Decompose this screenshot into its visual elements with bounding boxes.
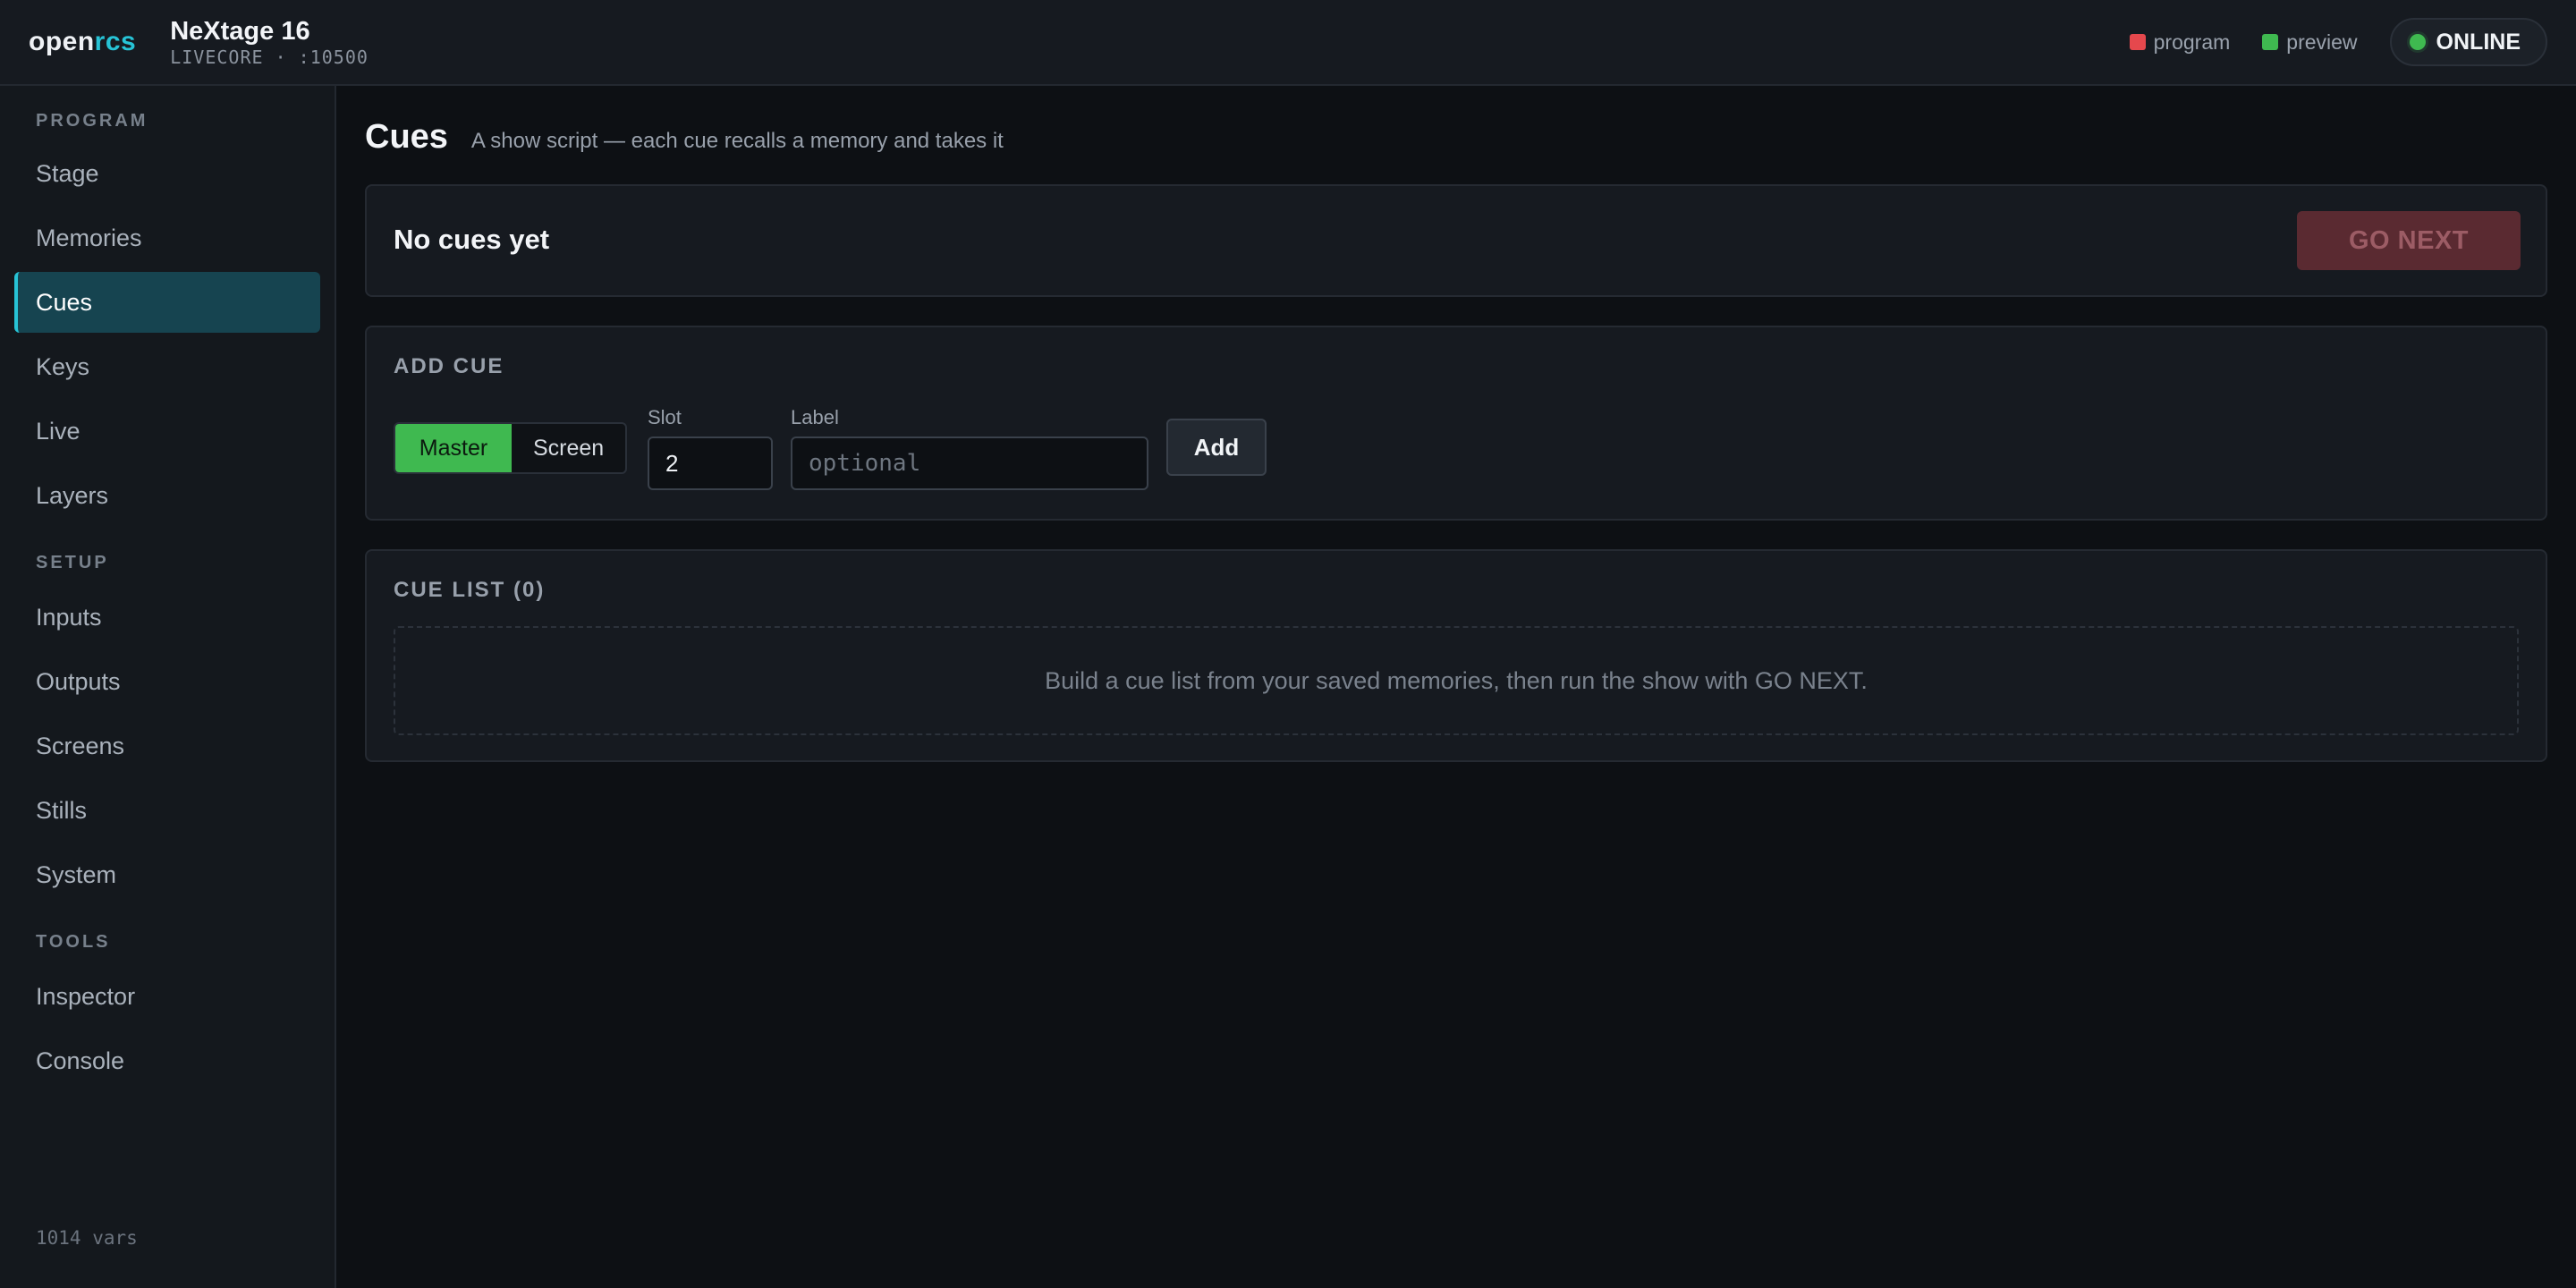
label-field-label: Label <box>791 406 839 428</box>
connection-status-text: ONLINE <box>2436 29 2521 55</box>
connection-status-badge: ONLINE <box>2389 18 2547 66</box>
vars-count: 1014 vars <box>36 1227 138 1249</box>
sidebar-item-outputs[interactable]: Outputs <box>14 651 320 712</box>
sidebar-item-cues[interactable]: Cues <box>14 272 320 333</box>
sidebar-section-tools: TOOLS <box>36 932 111 952</box>
page-title: Cues <box>365 118 448 156</box>
add-cue-button[interactable]: Add <box>1166 419 1267 476</box>
sidebar-item-stills[interactable]: Stills <box>14 780 320 841</box>
current-cue-title: No cues yet <box>394 224 550 255</box>
sidebar-item-system[interactable]: System <box>14 844 320 905</box>
go-next-button[interactable]: GO NEXT <box>2297 211 2521 270</box>
page-header: Cues A show script — each cue recalls a … <box>365 118 1004 157</box>
top-bar: openrcs NeXtage 16 LIVECORE · :10500 pro… <box>0 0 2576 86</box>
app-logo: openrcs <box>29 27 136 57</box>
header-status-area: program preview ONLINE <box>2129 18 2547 66</box>
add-cue-card: ADD CUE Master Screen Slot Label Add <box>365 326 2547 521</box>
program-swatch-icon <box>2129 34 2146 50</box>
logo-accent: rcs <box>94 27 137 56</box>
slot-input[interactable] <box>648 436 773 490</box>
current-cue-card: No cues yet GO NEXT <box>365 184 2547 297</box>
preview-swatch-icon <box>2262 34 2279 50</box>
page-subtitle: A show script — each cue recalls a memor… <box>470 129 1004 153</box>
sidebar-item-screens[interactable]: Screens <box>14 716 320 776</box>
sidebar-section-setup: SETUP <box>36 553 109 572</box>
cue-list-empty-state: Build a cue list from your saved memorie… <box>394 626 2519 735</box>
status-dot-icon <box>2409 34 2426 50</box>
sidebar-section-program: PROGRAM <box>36 111 148 131</box>
legend-preview-label: preview <box>2286 30 2358 54</box>
sidebar-item-console[interactable]: Console <box>14 1030 320 1091</box>
cue-target-toggle: Master Screen <box>394 422 628 474</box>
sidebar-item-keys[interactable]: Keys <box>14 336 320 397</box>
logo-main: open <box>29 27 95 56</box>
add-cue-heading: ADD CUE <box>394 354 504 378</box>
legend-program: program <box>2129 30 2231 55</box>
cue-label-input[interactable] <box>791 436 1148 490</box>
sidebar-item-inputs[interactable]: Inputs <box>14 587 320 648</box>
sidebar-item-inspector[interactable]: Inspector <box>14 966 320 1027</box>
target-master-option[interactable]: Master <box>395 424 512 472</box>
sidebar-item-live[interactable]: Live <box>14 401 320 462</box>
sidebar-item-memories[interactable]: Memories <box>14 208 320 268</box>
sidebar: PROGRAM Stage Memories Cues Keys Live La… <box>0 86 336 1288</box>
slot-label: Slot <box>648 406 682 428</box>
device-info: NeXtage 16 LIVECORE · :10500 <box>170 16 369 68</box>
cue-list-heading: CUE LIST (0) <box>394 578 546 602</box>
device-name: NeXtage 16 <box>170 17 310 46</box>
device-address: LIVECORE · :10500 <box>170 47 369 68</box>
legend-preview: preview <box>2262 30 2358 55</box>
legend-program-label: program <box>2153 30 2231 54</box>
sidebar-item-layers[interactable]: Layers <box>14 465 320 526</box>
sidebar-item-stage[interactable]: Stage <box>14 143 320 204</box>
target-screen-option[interactable]: Screen <box>512 424 625 472</box>
cue-list-card: CUE LIST (0) Build a cue list from your … <box>365 549 2547 762</box>
